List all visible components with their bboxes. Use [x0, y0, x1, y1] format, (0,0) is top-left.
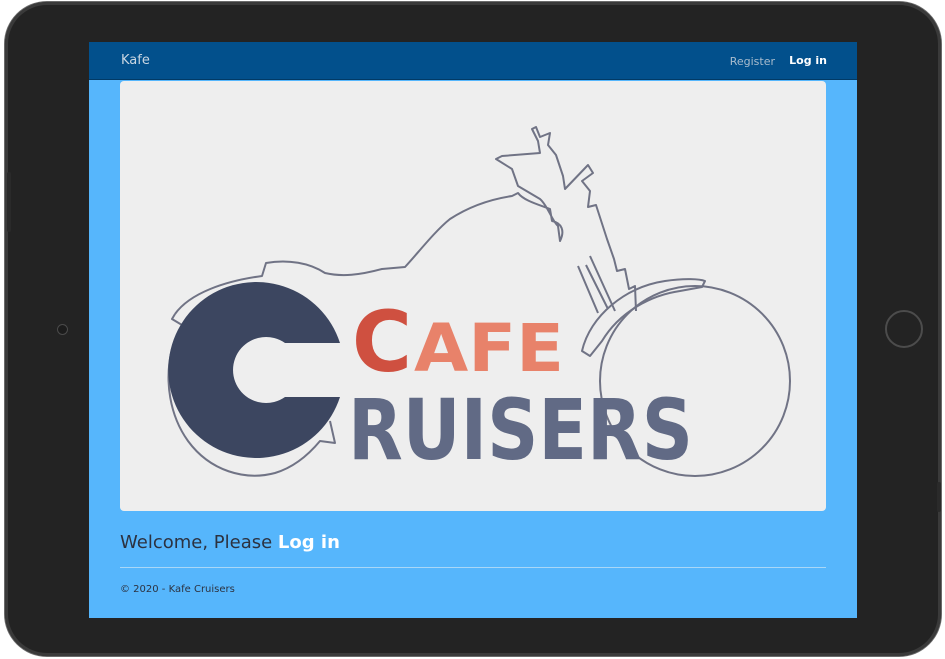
hero-banner: C AFE RUISERS — [120, 81, 826, 511]
home-button[interactable] — [885, 310, 923, 348]
camera-icon — [57, 324, 68, 335]
welcome-text: Welcome, Please — [120, 532, 278, 553]
logo-letter-c-icon — [168, 282, 340, 458]
tablet-side-button — [937, 482, 941, 512]
footer-text: © 2020 - Kafe Cruisers — [120, 584, 235, 595]
cafe-cruisers-logo: C AFE RUISERS — [167, 126, 791, 479]
logo-word-ruisers: RUISERS — [348, 381, 693, 479]
login-link[interactable]: Log in — [789, 54, 827, 67]
browser-screen: Kafe Register Log in C AFE RUISERS Welco… — [89, 42, 857, 618]
welcome-heading: Welcome, Please Log in — [120, 532, 340, 553]
navbar: Kafe Register Log in — [89, 42, 857, 80]
register-link[interactable]: Register — [730, 55, 775, 68]
divider — [120, 567, 826, 568]
brand-link[interactable]: Kafe — [121, 53, 150, 68]
logo-word-afe: AFE — [414, 310, 564, 387]
tablet-side-button — [7, 172, 11, 232]
logo-letter-c2: C — [352, 293, 412, 391]
welcome-login-link[interactable]: Log in — [278, 532, 340, 553]
